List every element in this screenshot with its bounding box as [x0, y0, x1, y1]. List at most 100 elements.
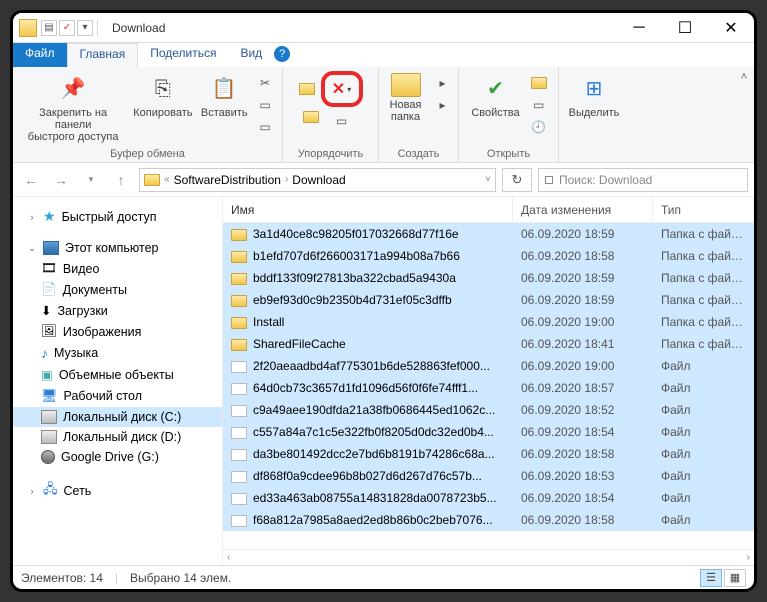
column-headers[interactable]: Имя Дата изменения Тип	[223, 197, 754, 223]
collapse-ribbon-button[interactable]: ˄	[734, 67, 754, 162]
qat-button[interactable]: ✓	[59, 20, 75, 36]
nav-music[interactable]: ♪Музыка	[13, 342, 222, 364]
copy-icon: ⎘	[147, 73, 179, 105]
folder-icon	[231, 317, 247, 329]
recent-dropdown[interactable]: ▾	[79, 168, 103, 192]
cut-button[interactable]: ✂	[254, 73, 276, 93]
tab-share[interactable]: Поделиться	[138, 43, 228, 67]
address-dropdown-icon[interactable]: ˅	[485, 174, 491, 185]
nav-documents[interactable]: 📄Документы	[13, 279, 222, 300]
file-icon	[231, 427, 247, 439]
nav-network[interactable]: ›🖧Сеть	[13, 477, 222, 505]
table-row[interactable]: 2f20aeaadbd4af775301b6de528863fef000...0…	[223, 355, 754, 377]
title-bar: ▤ ✓ ▾ Download ─ ☐ ✕	[13, 13, 754, 43]
refresh-button[interactable]: ↻	[502, 168, 532, 192]
tab-view[interactable]: Вид	[228, 43, 274, 67]
network-icon: 🖧	[43, 480, 58, 502]
easy-access-button[interactable]: ▸	[432, 95, 454, 115]
nav-this-pc[interactable]: ⌄Этот компьютер	[13, 238, 222, 258]
copy-to-icon[interactable]	[303, 111, 319, 123]
table-row[interactable]: SharedFileCache06.09.2020 18:41Папка с ф…	[223, 333, 754, 355]
tab-file[interactable]: Файл	[13, 43, 67, 67]
column-name[interactable]: Имя	[223, 197, 513, 222]
up-button[interactable]: ↑	[109, 168, 133, 192]
file-icon	[231, 449, 247, 461]
qat-dropdown[interactable]: ▾	[77, 20, 93, 36]
column-type[interactable]: Тип	[653, 197, 754, 222]
paste-label: Вставить	[201, 107, 248, 119]
copy-path-button[interactable]: ▭	[254, 95, 276, 115]
table-row[interactable]: ed33a463ab08755a14831828da0078723b5...06…	[223, 487, 754, 509]
nav-quick-access[interactable]: ›★Быстрый доступ	[13, 205, 222, 228]
address-bar: ← → ▾ ↑ « SoftwareDistribution › Downloa…	[13, 163, 754, 197]
nav-downloads[interactable]: ⬇Загрузки	[13, 300, 222, 321]
nav-3d-objects[interactable]: ▣Объемные объекты	[13, 364, 222, 385]
new-folder-button[interactable]: Новая папка	[384, 71, 428, 125]
breadcrumb-item[interactable]: SoftwareDistribution	[174, 173, 281, 187]
delete-button[interactable]: ✕ ▾	[321, 71, 363, 107]
table-row[interactable]: eb9ef93d0c9b2350b4d731ef05c3dffb06.09.20…	[223, 289, 754, 311]
table-row[interactable]: f68a812a7985a8aed2ed8b86b0c2beb7076...06…	[223, 509, 754, 531]
history-button[interactable]: 🕘	[528, 117, 550, 137]
new-folder-label: Новая папка	[390, 99, 422, 123]
nav-drive-d[interactable]: Локальный диск (D:)	[13, 427, 222, 447]
qat-button[interactable]: ▤	[41, 20, 57, 36]
maximize-button[interactable]: ☐	[662, 13, 708, 43]
documents-icon: 📄	[41, 282, 57, 297]
minimize-button[interactable]: ─	[616, 13, 662, 43]
folder-icon	[231, 229, 247, 241]
clipboard-group-label: Буфер обмена	[110, 146, 185, 160]
details-view-button[interactable]: ☰	[700, 569, 722, 587]
move-to-icon[interactable]	[299, 83, 315, 95]
table-row[interactable]: 3a1d40ce8c98205f017032668d77f16e06.09.20…	[223, 223, 754, 245]
open-button[interactable]	[528, 73, 550, 93]
nav-drive-c[interactable]: Локальный диск (C:)	[13, 407, 222, 427]
status-item-count: Элементов: 14	[21, 571, 103, 585]
properties-button[interactable]: ✔ Свойства	[467, 71, 523, 121]
nav-video[interactable]: 🎞Видео	[13, 258, 222, 279]
table-row[interactable]: c9a49aee190dfda21a38fb0686445ed1062c...0…	[223, 399, 754, 421]
large-icons-view-button[interactable]: ▦	[724, 569, 746, 587]
column-modified[interactable]: Дата изменения	[513, 197, 653, 222]
properties-label: Свойства	[471, 107, 519, 119]
close-button[interactable]: ✕	[708, 13, 754, 43]
table-row[interactable]: bddf133f09f27813ba322cbad5a9430a06.09.20…	[223, 267, 754, 289]
quick-access-toolbar: ▤ ✓ ▾	[41, 20, 93, 36]
search-box[interactable]: Поиск: Download	[538, 168, 748, 192]
pin-button[interactable]: 📌 Закрепить на панели быстрого доступа	[19, 71, 127, 145]
address-folder-icon	[144, 174, 160, 186]
breadcrumb-item[interactable]: Download	[292, 173, 345, 187]
nav-drive-g[interactable]: Google Drive (G:)	[13, 447, 222, 467]
drive-icon	[41, 410, 57, 424]
breadcrumb-sep: ›	[285, 174, 288, 185]
select-button[interactable]: ⊞ Выделить	[565, 71, 624, 121]
file-icon	[231, 493, 247, 505]
navigation-pane: ›★Быстрый доступ ⌄Этот компьютер 🎞Видео …	[13, 197, 223, 565]
copy-button[interactable]: ⎘ Копировать	[131, 71, 194, 121]
table-row[interactable]: Install06.09.2020 19:00Папка с файлами	[223, 311, 754, 333]
table-row[interactable]: c557a84a7c1c5e322fb0f8205d0dc32ed0b4...0…	[223, 421, 754, 443]
folder-icon	[19, 19, 37, 37]
table-row[interactable]: 64d0cb73c3657d1fd1096d56f0f6fe74fff1...0…	[223, 377, 754, 399]
back-button[interactable]: ←	[19, 168, 43, 192]
rename-button[interactable]: ▭	[325, 111, 359, 131]
horizontal-scrollbar[interactable]: ‹›	[223, 549, 754, 565]
file-icon	[231, 361, 247, 373]
nav-pictures[interactable]: 🖼Изображения	[13, 321, 222, 342]
table-row[interactable]: da3be801492dcc2e7bd6b8191b74286c68a...06…	[223, 443, 754, 465]
new-item-button[interactable]: ▸	[432, 73, 454, 93]
table-row[interactable]: df868f0a9cdee96b8b027d6d267d76c57b...06.…	[223, 465, 754, 487]
table-row[interactable]: b1efd707d6f266003171a994b08a7b6606.09.20…	[223, 245, 754, 267]
gdrive-icon	[41, 450, 55, 464]
tab-home[interactable]: Главная	[67, 43, 139, 67]
cube-icon: ▣	[41, 367, 53, 382]
ribbon-tabs: Файл Главная Поделиться Вид ?	[13, 43, 754, 67]
pictures-icon: 🖼	[41, 324, 57, 339]
paste-button[interactable]: 📋 Вставить	[198, 71, 250, 121]
address-box[interactable]: « SoftwareDistribution › Download ˅	[139, 168, 496, 192]
nav-desktop[interactable]: 🖥Рабочий стол	[13, 385, 222, 407]
paste-shortcut-button[interactable]: ▭	[254, 117, 276, 137]
forward-button[interactable]: →	[49, 168, 73, 192]
edit-button[interactable]: ▭	[528, 95, 550, 115]
help-icon[interactable]: ?	[274, 46, 290, 62]
